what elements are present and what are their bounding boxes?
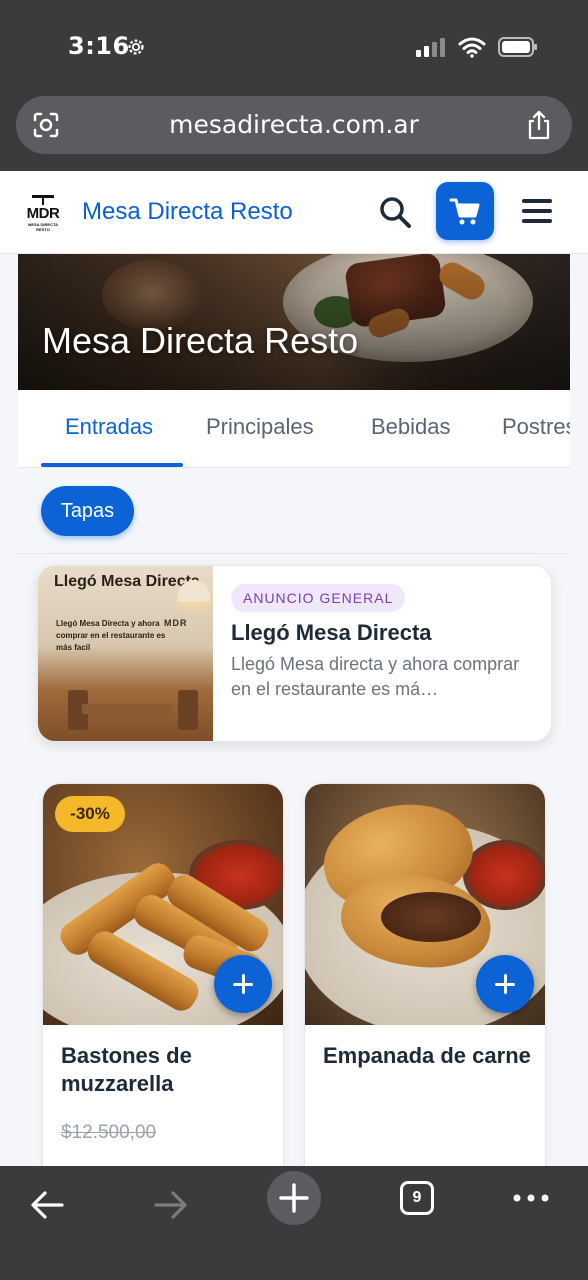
discount-badge: -30%: [55, 796, 125, 832]
filling-graphic: [381, 892, 481, 942]
active-tab-indicator: [41, 463, 183, 467]
search-icon[interactable]: [376, 193, 414, 231]
settings-gear-icon: [128, 39, 144, 55]
add-to-cart-button[interactable]: [214, 955, 272, 1013]
product-old-price: $12.500,00: [61, 1122, 157, 1143]
tab-postres[interactable]: Postres: [502, 414, 570, 440]
cart-button[interactable]: [436, 182, 494, 240]
product-name: Empanada de carne: [323, 1043, 531, 1068]
brand-name[interactable]: Mesa Directa Resto: [82, 198, 293, 226]
announcement-image-text: Llegó Mesa Directa y ahora comprar en el…: [56, 619, 166, 652]
site-header: MDR MESA DIRECTA RESTO Mesa Directa Rest…: [0, 171, 588, 254]
subcategory-bar: Tapas: [18, 468, 570, 554]
brand-logo[interactable]: MDR MESA DIRECTA RESTO: [22, 193, 64, 233]
announcement-image-sign: MDR: [164, 618, 188, 628]
new-tab-button[interactable]: [267, 1171, 321, 1225]
status-indicators: [416, 36, 538, 58]
tab-bebidas[interactable]: Bebidas: [371, 414, 451, 440]
browser-bottom-bar: 9: [0, 1166, 588, 1280]
tab-entradas[interactable]: Entradas: [65, 414, 153, 440]
logo-mark-stem: [42, 195, 44, 205]
hero-title: Mesa Directa Resto: [42, 320, 359, 361]
more-dots-icon[interactable]: [512, 1186, 550, 1210]
announcement-badge: ANUNCIO GENERAL: [231, 584, 406, 612]
announcement-description: Llegó Mesa directa y ahora comprar en el…: [231, 654, 520, 699]
plus-icon: [279, 1183, 309, 1213]
hero-banner: Mesa Directa Resto: [18, 254, 570, 390]
battery-icon: [498, 37, 537, 57]
announcement-image: Llegó Mesa Directa Llegó Mesa Directa y …: [38, 566, 213, 741]
chair-graphic: [178, 690, 198, 730]
announcement-card[interactable]: Llegó Mesa Directa Llegó Mesa Directa y …: [37, 565, 552, 742]
forward-arrow-icon[interactable]: [152, 1186, 190, 1224]
status-time: 3:16: [68, 32, 130, 60]
announcement-title: Llegó Mesa Directa: [231, 620, 432, 645]
product-card[interactable]: Empanada de carne: [304, 783, 546, 1183]
add-to-cart-button[interactable]: [476, 955, 534, 1013]
share-icon[interactable]: [526, 110, 552, 140]
category-tabs: Entradas Principales Bebidas Postres: [18, 390, 570, 468]
browser-top-bar: 3:16 mesadirecta.com.ar: [0, 0, 588, 171]
address-bar[interactable]: mesadirecta.com.ar: [16, 96, 572, 154]
hamburger-menu-icon[interactable]: [520, 195, 554, 227]
url-text[interactable]: mesadirecta.com.ar: [16, 110, 572, 139]
product-name: Bastones de muzzarella: [61, 1043, 192, 1096]
signal-icon: [416, 38, 445, 57]
logo-subtext: MESA DIRECTA RESTO: [28, 222, 58, 232]
wifi-icon: [458, 37, 486, 58]
cart-icon: [449, 198, 480, 225]
subcategory-chip-tapas[interactable]: Tapas: [41, 486, 134, 536]
announcement-image-title: Llegó Mesa Directa: [54, 573, 200, 590]
table-graphic: [82, 704, 172, 714]
tab-principales[interactable]: Principales: [206, 414, 314, 440]
tabs-icon[interactable]: 9: [400, 1181, 434, 1215]
logo-text: MDR: [26, 205, 60, 222]
lamp-graphic: [178, 580, 210, 602]
back-arrow-icon[interactable]: [28, 1186, 66, 1224]
product-card[interactable]: -30% Bastones de muzzarella $12.500,00: [42, 783, 284, 1183]
